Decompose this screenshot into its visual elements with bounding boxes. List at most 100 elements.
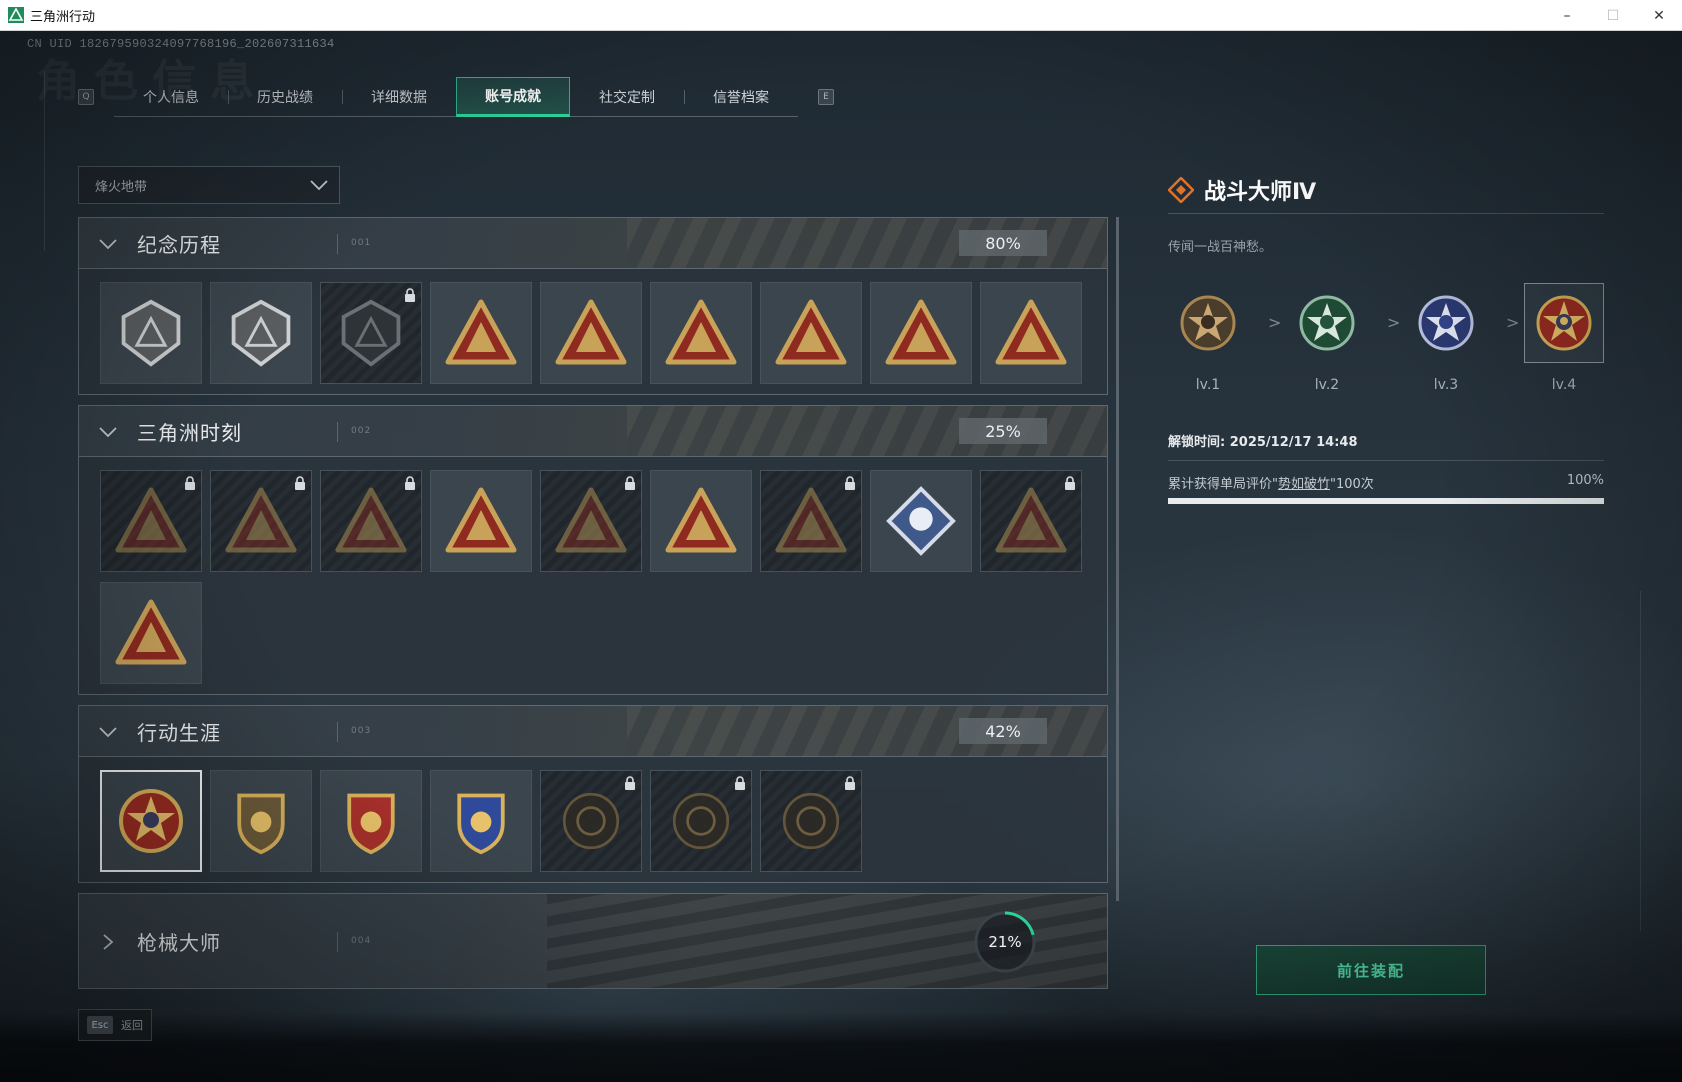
achievement-tile[interactable] <box>430 470 532 572</box>
lock-icon <box>294 475 306 494</box>
minimize-button[interactable]: – <box>1544 0 1590 31</box>
level-label: lv.4 <box>1551 377 1577 393</box>
lock-icon <box>624 775 636 794</box>
maximize-button[interactable]: ☐ <box>1590 0 1636 31</box>
mode-filter-value: 烽火地带 <box>95 179 148 195</box>
firefight-badge-icon <box>554 484 628 558</box>
shield-emblem-icon <box>336 298 406 368</box>
achievement-tile[interactable] <box>760 470 862 572</box>
category-delta-moments: 三角洲时刻 002 25% <box>78 405 1108 695</box>
chevron-down-icon <box>99 427 117 438</box>
window-titlebar: 三角洲行动 – ☐ ✕ <box>0 0 1682 31</box>
achievement-tile[interactable] <box>210 282 312 384</box>
lock-icon <box>404 287 416 306</box>
s8-badge-icon <box>554 296 628 370</box>
fish-badge-icon <box>774 484 848 558</box>
gold-crest-icon <box>336 786 406 856</box>
category-weapon-master: 枪械大师 004 21% <box>78 893 1108 989</box>
combat-master-medal-icon <box>114 784 188 858</box>
go-equip-button[interactable]: 前往装配 <box>1256 945 1486 995</box>
achievement-tile[interactable] <box>100 770 202 872</box>
achievement-tile[interactable] <box>540 282 642 384</box>
achievement-tile[interactable] <box>320 282 422 384</box>
level-progression: lv.1 > lv.2 > lv.3 > lv.4 <box>1168 283 1604 393</box>
soldiers-badge-icon <box>444 484 518 558</box>
level-3[interactable]: lv.3 <box>1406 283 1486 393</box>
achievement-tile[interactable] <box>320 770 422 872</box>
unlock-time: 解锁时间: 2025/12/17 14:48 <box>1168 431 1604 461</box>
lock-icon <box>1064 475 1076 494</box>
achievement-tile[interactable] <box>430 282 532 384</box>
lock-icon <box>404 475 416 494</box>
tab-personal-info[interactable]: 个人信息 <box>114 77 228 117</box>
app-logo-icon <box>8 7 24 23</box>
achievement-tile[interactable] <box>650 470 752 572</box>
achievement-tile[interactable] <box>320 470 422 572</box>
category-header[interactable]: 三角洲时刻 002 25% <box>78 405 1108 457</box>
achievement-tile[interactable] <box>760 770 862 872</box>
deco-line <box>1640 591 1641 931</box>
achievement-detail-panel: 战斗大师Ⅳ 传闻一战百神愁。 lv.1 > lv.2 > lv.3 > lv.4… <box>1168 174 1604 504</box>
chevron-right-icon <box>103 934 114 950</box>
badge-grid <box>78 757 1108 883</box>
category-memorial: 纪念历程 001 80% <box>78 217 1108 395</box>
tab-detailed-stats[interactable]: 详细数据 <box>342 77 456 117</box>
helicopter-shield-icon <box>226 298 296 368</box>
tab-match-history[interactable]: 历史战绩 <box>228 77 342 117</box>
tab-achievements[interactable]: 账号成就 <box>456 77 570 117</box>
achievement-tile[interactable] <box>980 470 1082 572</box>
close-button[interactable]: ✕ <box>1636 0 1682 31</box>
medal-lv2-icon <box>1287 283 1367 363</box>
achievement-category-list: 纪念历程 001 80% 三角洲时刻 002 25% 行动生涯 003 42% … <box>78 217 1108 1025</box>
level-2[interactable]: lv.2 <box>1287 283 1367 393</box>
achievement-tile[interactable] <box>760 282 862 384</box>
chevron-down-icon <box>99 727 117 738</box>
level-4[interactable]: lv.4 <box>1524 283 1604 393</box>
back-label: 返回 <box>121 1019 143 1032</box>
category-operation-career: 行动生涯 003 42% <box>78 705 1108 883</box>
achievement-tile[interactable] <box>100 282 202 384</box>
level-1[interactable]: lv.1 <box>1168 283 1248 393</box>
achievement-tile[interactable] <box>980 282 1082 384</box>
lock-icon <box>844 475 856 494</box>
eye-disc-icon <box>778 788 844 854</box>
achievement-tile[interactable] <box>100 470 202 572</box>
criteria-text: 累计获得单局评价"势如破竹"100次 <box>1168 473 1374 492</box>
back-button[interactable]: Esc 返回 <box>78 1009 152 1041</box>
diamond-rank-icon <box>1168 176 1194 203</box>
achievement-tile[interactable] <box>100 582 202 684</box>
list-scrollbar[interactable] <box>1116 217 1119 901</box>
achievement-tile[interactable] <box>540 770 642 872</box>
category-header[interactable]: 行动生涯 003 42% <box>78 705 1108 757</box>
achievement-tile[interactable] <box>870 282 972 384</box>
achievement-tile[interactable] <box>210 470 312 572</box>
tab-credit-record[interactable]: 信誉档案 <box>684 77 798 117</box>
chevron-down-icon <box>99 239 117 250</box>
category-code: 004 <box>351 936 372 946</box>
category-name: 三角洲时刻 <box>137 420 242 445</box>
achievement-tile[interactable] <box>430 770 532 872</box>
robot-badge-icon <box>114 484 188 558</box>
achievement-tile[interactable] <box>540 470 642 572</box>
divider <box>337 932 338 952</box>
criteria-link[interactable]: 势如破竹 <box>1278 477 1330 492</box>
s9-badge-icon <box>664 296 738 370</box>
achievement-tile[interactable] <box>650 282 752 384</box>
achievement-tile[interactable] <box>210 770 312 872</box>
eagle-shield-icon <box>226 786 296 856</box>
category-header[interactable]: 枪械大师 004 21% <box>78 893 1108 989</box>
next-tab-key-hint[interactable]: E <box>818 89 834 105</box>
category-percent: 42% <box>959 718 1047 744</box>
achievement-tile[interactable] <box>650 770 752 872</box>
lock-icon <box>624 475 636 494</box>
mode-filter-dropdown[interactable]: 烽火地带 <box>78 166 340 204</box>
criteria-progress-bar <box>1168 498 1604 504</box>
criteria-percent: 100% <box>1566 473 1604 488</box>
blue-crest-icon <box>446 786 516 856</box>
category-header[interactable]: 纪念历程 001 80% <box>78 217 1108 269</box>
level-label: lv.1 <box>1195 377 1221 393</box>
achievement-tile[interactable] <box>870 470 972 572</box>
category-percent: 21% <box>988 933 1022 951</box>
tab-social-custom[interactable]: 社交定制 <box>570 77 684 117</box>
prev-tab-key-hint[interactable]: Q <box>78 89 94 105</box>
